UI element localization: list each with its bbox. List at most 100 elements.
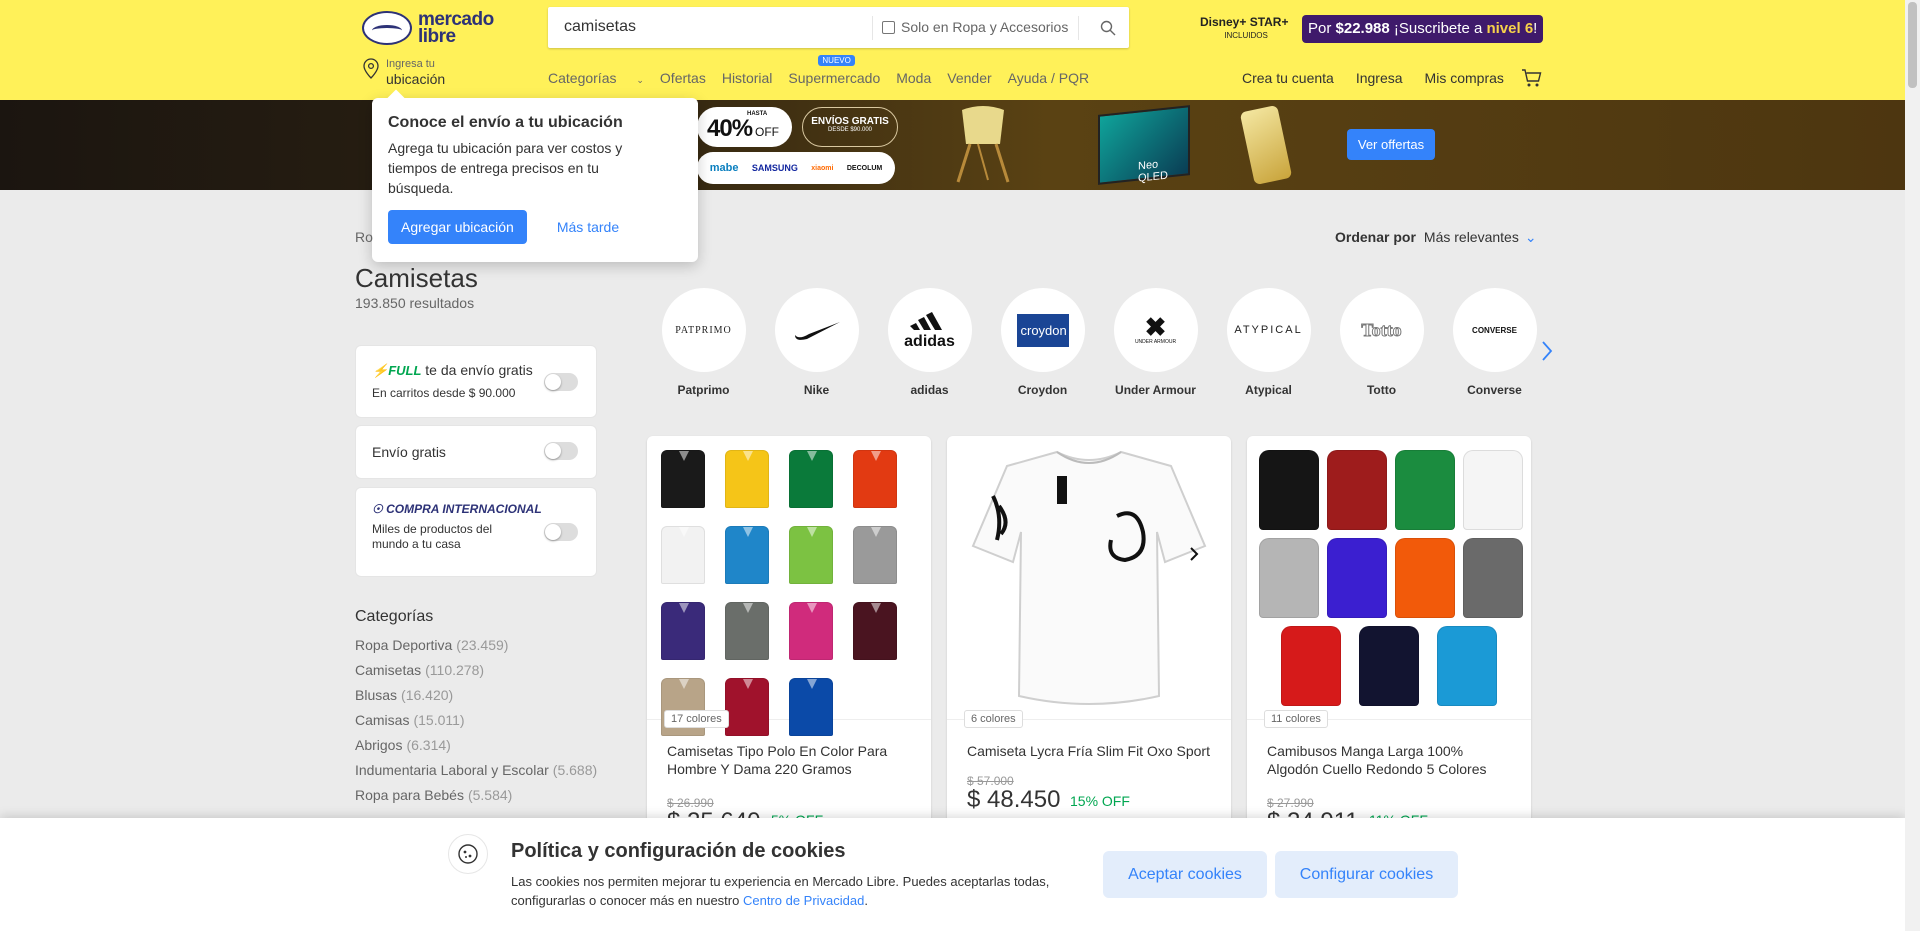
category-item[interactable]: Indumentaria Laboral y Escolar (5.688) [355, 762, 597, 787]
location-popup: Conoce el envío a tu ubicación Agrega tu… [372, 98, 698, 262]
product-image[interactable] [1247, 436, 1531, 720]
free-shipping-toggle[interactable] [544, 442, 578, 460]
adidas-stripes-icon [909, 311, 942, 330]
colors-badge: 6 colores [964, 710, 1023, 728]
nike-swoosh-icon [774, 288, 859, 372]
see-offers-button[interactable]: Ver offertas [1347, 129, 1435, 160]
longsleeve-shirt-swatch [1327, 450, 1387, 530]
polo-shirt-swatch [789, 450, 833, 508]
international-toggle[interactable] [544, 523, 578, 541]
brand-under-armour[interactable]: ✖ UNDER ARMOUR Under Armour [1099, 288, 1212, 397]
polo-shirt-swatch [661, 602, 705, 660]
mercadolibre-logo[interactable]: mercado libre [362, 10, 498, 46]
brand-atypical[interactable]: ATYPICAL Atypical [1212, 288, 1325, 397]
category-filter-checkbox[interactable]: Solo en Ropa y Accesorios [882, 19, 1068, 35]
nav-categorias[interactable]: Categorías ⌄ [548, 70, 644, 86]
nav-ayuda[interactable]: Ayuda / PQR [1008, 70, 1089, 86]
location-selector[interactable]: Ingresa tu ubicación [362, 58, 445, 88]
longsleeve-shirt-swatch [1395, 538, 1455, 618]
free-shipping-filter[interactable]: Envío gratis [355, 425, 597, 479]
brand-logos-pill: mabe SAMSUNG xiaomi DECOLUM [697, 152, 895, 184]
create-account-link[interactable]: Crea tu cuenta [1242, 70, 1334, 86]
cart-button[interactable] [1521, 68, 1543, 93]
page-title: Camisetas [355, 263, 478, 293]
brand-adidas[interactable]: adidas adidas [873, 288, 986, 397]
polo-shirts-grid [661, 450, 905, 736]
longsleeve-shirt-swatch [1359, 626, 1419, 706]
brand-logo: Totto [1339, 288, 1424, 372]
price: $ 48.450 [967, 786, 1061, 813]
colors-badge: 11 colores [1264, 710, 1328, 728]
category-item[interactable]: Ropa Deportiva (23.459) [355, 637, 597, 662]
breadcrumb[interactable]: Ro [355, 229, 373, 245]
full-toggle[interactable] [544, 373, 578, 391]
polo-shirt-swatch [661, 450, 705, 508]
product-title[interactable]: Camiseta Lycra Fría Slim Fit Oxo Sport [967, 742, 1217, 760]
phone-image [1239, 104, 1293, 186]
category-item[interactable]: Camisas (15.011) [355, 712, 597, 737]
later-link[interactable]: Más tarde [557, 219, 619, 235]
category-item[interactable]: Blusas (16.420) [355, 687, 597, 712]
carousel-next-button[interactable] [1540, 340, 1554, 367]
polo-shirt-swatch [853, 602, 897, 660]
product-title[interactable]: Camisetas Tipo Polo En Color Para Hombre… [667, 742, 917, 778]
international-filter[interactable]: ☉ COMPRA INTERNACIONAL Miles de producto… [355, 487, 597, 577]
longsleeve-shirt-swatch [1395, 450, 1455, 530]
cart-icon [1522, 69, 1542, 87]
product-card[interactable]: 6 colores Camiseta Lycra Fría Slim Fit O… [947, 436, 1231, 826]
checkbox-icon[interactable] [882, 20, 895, 34]
search-button[interactable] [1088, 7, 1128, 48]
brand-croydon[interactable]: croydon Croydon [986, 288, 1099, 397]
privacy-center-link[interactable]: Centro de Privacidad [743, 893, 864, 908]
polo-shirt-swatch [725, 450, 769, 508]
my-purchases-link[interactable]: Mis compras [1425, 70, 1504, 86]
full-shipping-filter[interactable]: ⚡FULL te da envío gratis En carritos des… [355, 345, 597, 418]
search-input[interactable] [564, 18, 864, 36]
product-image[interactable] [947, 436, 1231, 720]
search-divider [872, 16, 873, 40]
page-scrollbar[interactable] [1905, 0, 1920, 931]
nav-moda[interactable]: Moda [896, 70, 931, 86]
polo-shirt-swatch [789, 602, 833, 660]
nav-historial[interactable]: Historial [722, 70, 773, 86]
nav-vender[interactable]: Vender [947, 70, 991, 86]
longsleeve-shirt-swatch [1327, 538, 1387, 618]
promo-banner[interactable]: HASTA 40% OFF ENVÍOS GRATIS DESDE $90.00… [0, 100, 1905, 190]
add-location-button[interactable]: Agregar ubicación [388, 210, 527, 244]
handshake-logo-icon [362, 11, 412, 45]
category-item[interactable]: Abrigos (6.314) [355, 737, 597, 762]
search-divider [1078, 16, 1079, 40]
nav-ofertas[interactable]: Ofertas [660, 70, 706, 86]
chair-image [956, 106, 1010, 183]
popup-title: Conoce el envío a tu ubicación [388, 114, 623, 131]
category-item[interactable]: Ropa para Bebés (5.584) [355, 787, 597, 812]
search-icon [1100, 20, 1116, 35]
accept-cookies-button[interactable]: Aceptar cookies [1103, 851, 1267, 898]
login-link[interactable]: Ingresa [1356, 70, 1403, 86]
brand-converse[interactable]: CONVERSE Converse [1438, 288, 1551, 397]
category-item[interactable]: Camisetas (110.278) [355, 662, 597, 687]
product-card[interactable]: 11 colores Camibusos Manga Larga 100% Al… [1247, 436, 1531, 826]
account-nav: Crea tu cuenta Ingresa Mis compras [1242, 70, 1526, 86]
scrollbar-thumb[interactable] [1908, 2, 1917, 88]
disney-star-logo[interactable]: Disney+ STAR+ INCLUIDOS [1200, 15, 1292, 47]
international-badge: ☉ COMPRA INTERNACIONAL [372, 502, 542, 516]
location-pin-icon [363, 58, 379, 79]
product-card[interactable]: 17 colores Camisetas Tipo Polo En Color … [647, 436, 931, 826]
brand-carousel: PATPRIMO Patprimo Nike adidas adidas cro… [647, 288, 1551, 397]
product-title[interactable]: Camibusos Manga Larga 100% Algodón Cuell… [1267, 742, 1517, 778]
longsleeve-shirt-swatch [1463, 538, 1523, 618]
sort-dropdown[interactable]: Ordenar por Más relevantes ⌄ [1335, 229, 1537, 246]
nav-supermercado[interactable]: NUEVO Supermercado [788, 55, 880, 86]
polo-shirt-swatch [725, 602, 769, 660]
chevron-down-icon: ⌄ [1524, 229, 1537, 245]
polo-shirt-swatch [725, 678, 769, 736]
categories-list: Ropa Deportiva (23.459) Camisetas (110.278… [355, 637, 597, 812]
subscription-promo-banner[interactable]: Por $22.988 ¡Suscribete a nivel 6! [1302, 15, 1544, 43]
chevron-right-icon [1542, 341, 1553, 361]
brand-patprimo[interactable]: PATPRIMO Patprimo [647, 288, 760, 397]
product-image[interactable] [647, 436, 931, 736]
brand-nike[interactable]: Nike [760, 288, 873, 397]
brand-totto[interactable]: Totto Totto [1325, 288, 1438, 397]
configure-cookies-button[interactable]: Configurar cookies [1275, 851, 1458, 898]
